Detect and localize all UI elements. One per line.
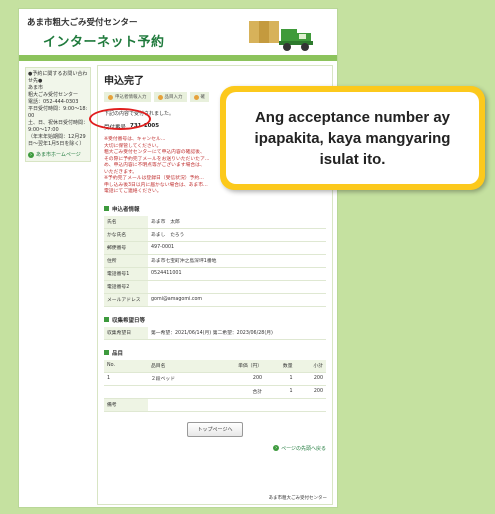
site-brand: インターネット予約 [43, 35, 165, 50]
remarks-value [148, 398, 326, 412]
step-label: 申込者情報入力 [115, 95, 147, 100]
home-link[interactable]: › あま市ホームページ [28, 151, 88, 158]
applicant-table: 氏名 あま市 太郎 かな氏名 あまし たろう 郵便番号 497-0001 住所 あま市七… [104, 215, 326, 307]
arrow-icon: › [273, 445, 280, 451]
step-1: 申込者情報入力 [104, 92, 151, 102]
section-icon [104, 350, 109, 355]
row-value [148, 280, 326, 294]
item-subtotal: 200 [295, 372, 326, 386]
page-top-label: ページの先頭へ戻る [281, 445, 326, 452]
row-key: 氏名 [104, 215, 148, 229]
step-3: 確 [189, 92, 209, 102]
contact-info: ●予約に関するお問い合わせ先● あま市 粗大ごみ受付センター 電話：052-44… [28, 71, 89, 147]
row-key: かな氏名 [104, 228, 148, 242]
remarks-row: 備考 [104, 398, 326, 412]
step-icon [108, 94, 113, 100]
row-value: 0524411001 [148, 267, 326, 281]
row-key: 電話番号2 [104, 280, 148, 294]
total-row: 合計 1 200 [104, 385, 326, 399]
acceptance-highlight-ellipse [89, 108, 151, 130]
truck-icon [249, 21, 313, 51]
items-section-title: 品目 [104, 349, 326, 357]
section-icon [104, 317, 109, 322]
table-row: 電話番号2 [104, 280, 326, 294]
row-value: 第一希望：2021/06/14(月) 第二希望：2023/06/28(月) [148, 326, 326, 340]
row-key: メールアドレス [104, 293, 148, 307]
item-qty: 1 [265, 372, 296, 386]
table-row: 住所 あま市七宝町沖之島深坪1番地 [104, 254, 326, 268]
site-title: あま市粗大ごみ受付センター [27, 18, 138, 28]
callout-box: Ang acceptance number ay ipapakita, kaya… [220, 86, 485, 190]
col-price: 単価（円） [206, 359, 266, 373]
table-row: 1 ２段ベッド 200 1 200 [104, 372, 326, 386]
arrow-icon: › [28, 151, 34, 158]
section-label: 収集希望日等 [112, 317, 146, 324]
row-value: gomi@amagomi.com [148, 293, 326, 307]
col-subtotal: 小計 [295, 359, 326, 373]
item-price: 200 [206, 372, 266, 386]
page-frame: あま市粗大ごみ受付センター インターネット予約 ●予約に関するお問い合わせ先● … [18, 8, 338, 508]
row-value: 497-0001 [148, 241, 326, 255]
sidebar: ●予約に関するお問い合わせ先● あま市 粗大ごみ受付センター 電話：052-44… [25, 67, 91, 162]
total-qty: 1 [265, 385, 296, 399]
table-header-row: No. 品目名 単価（円） 数量 小計 [104, 359, 326, 373]
row-key: 電話番号1 [104, 267, 148, 281]
collection-section-title: 収集希望日等 [104, 316, 326, 324]
table-row: かな氏名 あまし たろう [104, 228, 326, 242]
step-2: 品目入力 [153, 92, 187, 102]
callout-inner: Ang acceptance number ay ipapakita, kaya… [226, 92, 479, 184]
header-band [19, 55, 337, 61]
row-value: あま市七宝町沖之島深坪1番地 [148, 254, 326, 268]
applicant-section-title: 申込者情報 [104, 205, 326, 213]
row-key: 住所 [104, 254, 148, 268]
item-name: ２段ベッド [148, 372, 207, 386]
row-key: 郵便番号 [104, 241, 148, 255]
section-icon [104, 206, 109, 211]
step-label: 確 [200, 95, 206, 100]
items-table: No. 品目名 単価（円） 数量 小計 1 ２段ベッド 200 1 200 合計… [104, 359, 326, 412]
footer: あま市粗大ごみ受付センター [268, 496, 328, 501]
row-value: あま市 太郎 [148, 215, 326, 229]
row-value: あまし たろう [148, 228, 326, 242]
top-page-button[interactable]: トップページへ [186, 421, 244, 437]
total-label: 合計 [206, 385, 266, 399]
table-row: メールアドレス gomi@amagomi.com [104, 293, 326, 307]
step-label: 品目入力 [164, 95, 183, 100]
table-row: 電話番号1 0524411001 [104, 267, 326, 281]
remarks-label: 備考 [104, 398, 148, 412]
table-row: 氏名 あま市 太郎 [104, 215, 326, 229]
row-key: 収集希望日 [104, 326, 148, 340]
col-qty: 数量 [265, 359, 296, 373]
callout-text: Ang acceptance number ay ipapakita, kaya… [254, 108, 451, 168]
col-name: 品目名 [148, 359, 207, 373]
section-label: 品目 [112, 350, 124, 357]
item-no: 1 [104, 372, 148, 386]
step-icon [157, 94, 163, 100]
section-label: 申込者情報 [112, 206, 140, 213]
table-row: 収集希望日 第一希望：2021/06/14(月) 第二希望：2023/06/28(… [104, 326, 326, 340]
col-no: No. [104, 359, 148, 373]
total-subtotal: 200 [295, 385, 326, 399]
table-row: 郵便番号 497-0001 [104, 241, 326, 255]
home-link-label: あま市ホームページ [36, 152, 81, 158]
collection-table: 収集希望日 第一希望：2021/06/14(月) 第二希望：2023/06/28(… [104, 326, 326, 340]
page-title: 申込完了 [104, 76, 144, 87]
step-icon [193, 94, 199, 100]
page-top-link[interactable]: › ページの先頭へ戻る [104, 445, 326, 452]
